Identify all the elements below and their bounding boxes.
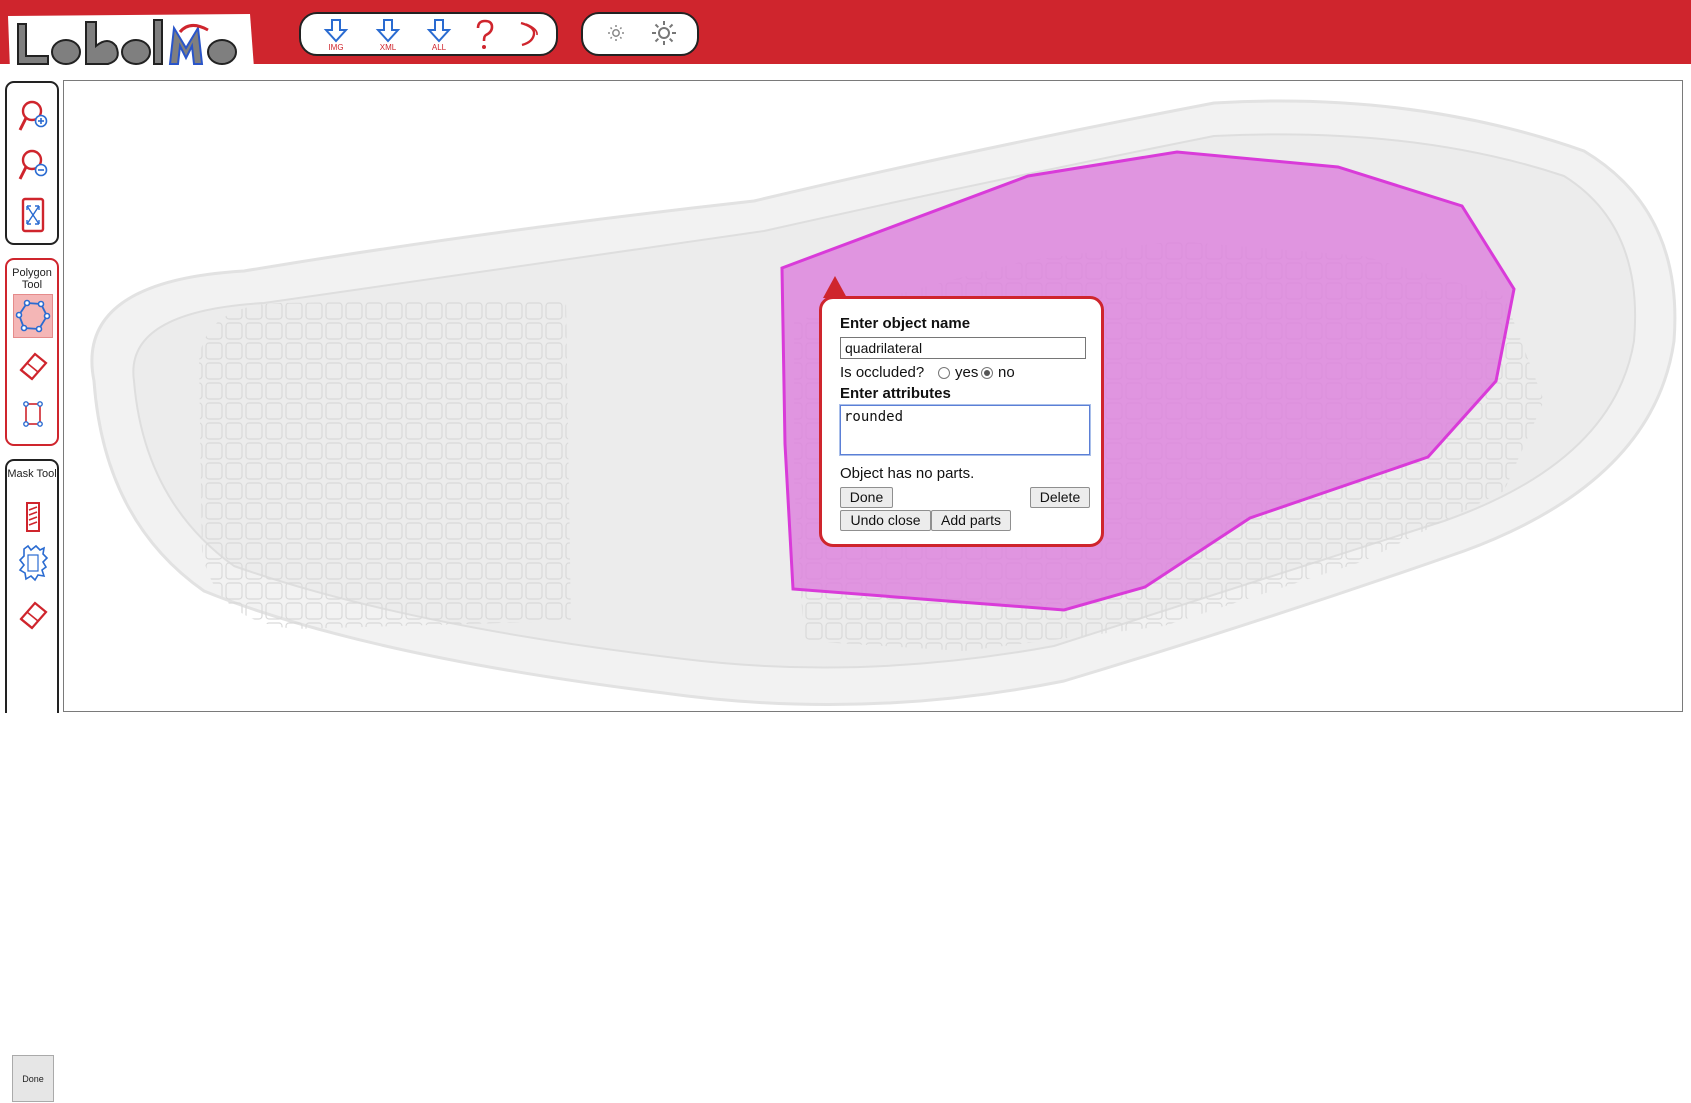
download-image-button[interactable]: IMG [315,18,357,54]
popup-pointer [823,276,847,298]
help-button[interactable] [464,18,506,54]
polygon-icon [15,299,51,333]
undo-close-button[interactable]: Undo close [840,510,931,531]
bounding-box-button[interactable] [15,394,51,434]
download-all-button[interactable]: ALL [418,18,460,54]
occluded-no-radio[interactable] [981,367,993,379]
bounding-box-icon [23,401,43,427]
download-all-label: ALL [431,43,447,52]
delete-button[interactable]: Delete [1030,487,1090,508]
occluded-label: Is occluded? [840,364,925,381]
polygon-tool-button[interactable] [13,294,53,338]
download-arrow-icon [426,19,452,43]
question-mark-icon [476,19,494,49]
zoom-out-button[interactable] [15,145,51,185]
logo-graphic [8,14,254,70]
file-actions-group: IMG XML ALL [299,12,558,56]
download-xml-label: XML [379,43,397,52]
brightness-up-button[interactable] [643,18,685,54]
mask-brush-icon [26,502,40,532]
erase-polygon-button[interactable] [15,346,51,386]
sun-large-icon [652,21,676,45]
mask-brush-button[interactable] [15,497,51,537]
fit-to-screen-button[interactable] [15,195,51,235]
mask-done-button[interactable]: Done [12,1055,54,1102]
download-xml-button[interactable]: XML [367,18,409,54]
enter-attributes-label: Enter attributes [840,385,951,402]
eraser-icon [19,601,48,630]
mask-region-icon [18,544,49,582]
fit-screen-icon [21,197,45,233]
zoom-out-icon [18,149,48,180]
polygon-tool-panel: Polygon Tool [5,258,59,446]
zoom-in-button[interactable] [15,96,51,136]
parts-status-text: Object has no parts. [840,465,975,482]
occluded-no-label: no [998,364,1015,381]
attributes-textarea[interactable]: rounded [840,405,1090,455]
occluded-yes-label: yes [955,364,979,381]
polygon-tool-title: Polygon Tool [12,267,52,291]
download-arrow-icon [375,19,401,43]
mask-tool-title: Mask Tool [7,468,57,480]
brightness-group [581,12,699,56]
mask-erase-button[interactable] [15,595,51,635]
mask-tool-panel: Mask Tool Done [5,459,59,1102]
occluded-yes-radio[interactable] [938,367,950,379]
mask-region-button[interactable] [15,543,51,583]
download-arrow-icon [323,19,349,43]
erase-segments-button[interactable] [507,18,549,54]
eraser-icon [19,352,48,381]
enter-object-name-label: Enter object name [840,315,971,332]
object-name-input[interactable] [840,337,1086,359]
download-image-label: IMG [328,43,344,52]
done-button[interactable]: Done [840,487,893,508]
top-toolbar: IMG XML ALL [0,0,1691,70]
zoom-panel [5,81,59,245]
brightness-down-button[interactable] [595,18,637,54]
labelme-logo [4,10,256,72]
add-parts-button[interactable]: Add parts [931,510,1011,531]
zoom-in-icon [18,100,48,131]
object-name-dialog: Enter object name Is occluded? yes no En… [819,296,1104,547]
eraser-curve-icon [520,21,538,47]
sun-small-icon [608,25,624,41]
